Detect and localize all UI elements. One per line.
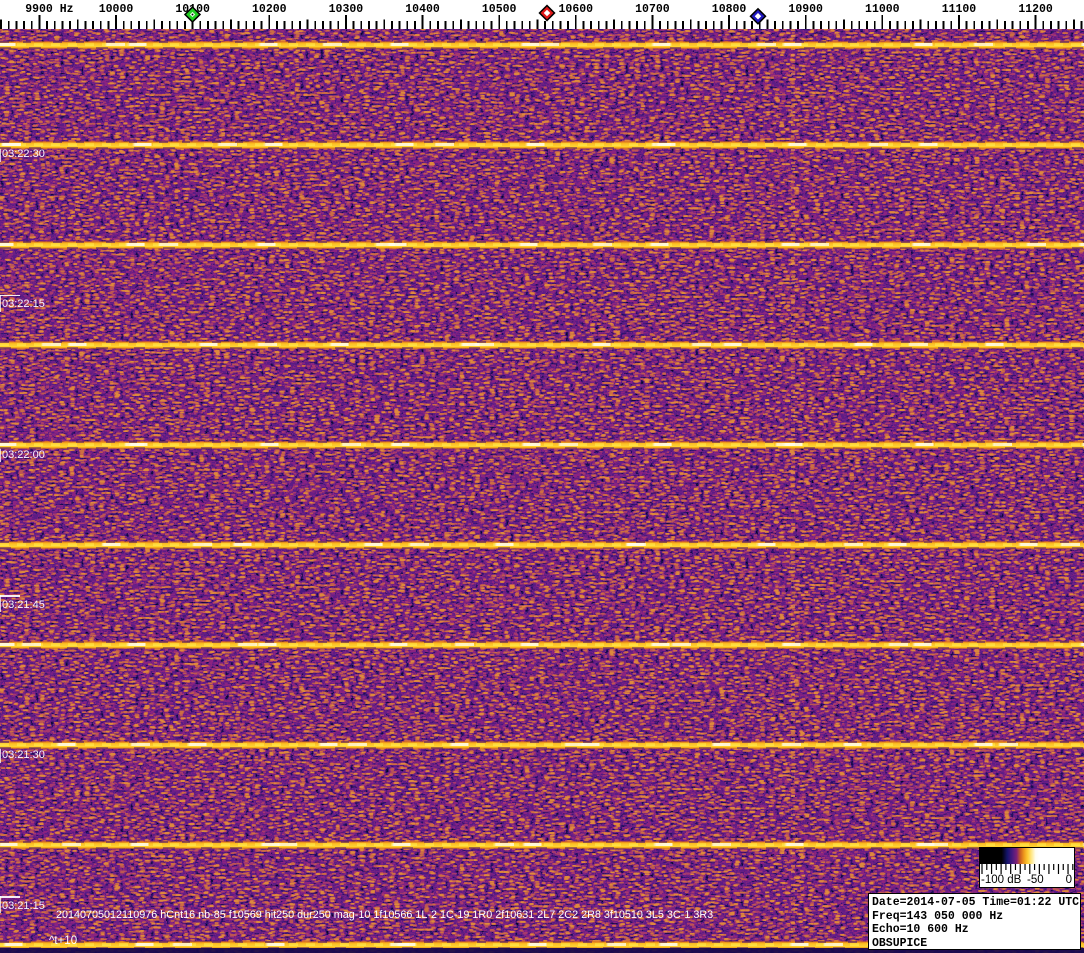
svg-text:10400: 10400 (405, 3, 440, 16)
svg-text:10900: 10900 (788, 3, 823, 16)
svg-text:10200: 10200 (252, 3, 287, 16)
svg-text:10700: 10700 (635, 3, 670, 16)
svg-text:11000: 11000 (865, 3, 900, 16)
svg-text:10600: 10600 (559, 3, 594, 16)
svg-text:10000: 10000 (99, 3, 134, 16)
svg-text:10300: 10300 (329, 3, 364, 16)
svg-text:11100: 11100 (942, 3, 977, 16)
svg-text:10500: 10500 (482, 3, 517, 16)
svg-text:9900 Hz: 9900 Hz (25, 3, 73, 16)
svg-text:11200: 11200 (1018, 3, 1053, 16)
svg-text:10800: 10800 (712, 3, 747, 16)
